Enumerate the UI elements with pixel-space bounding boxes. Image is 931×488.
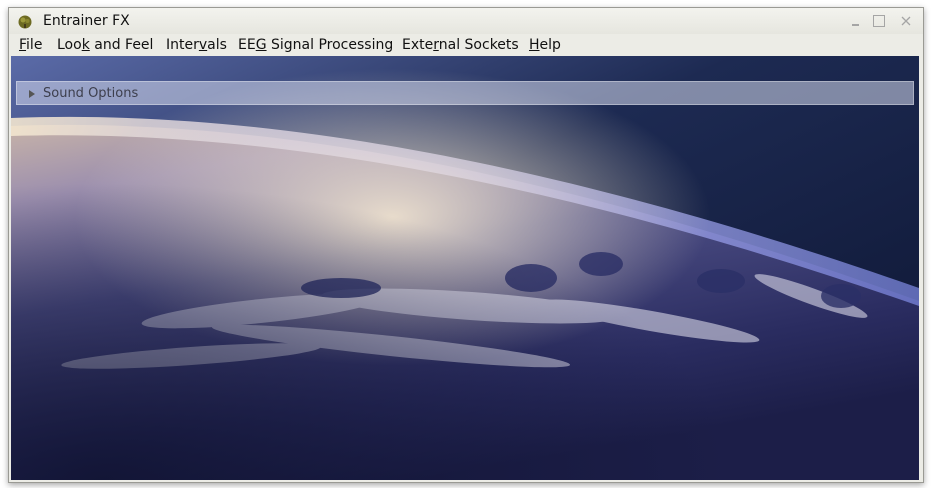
close-icon[interactable] — [899, 14, 913, 28]
minimize-icon[interactable] — [849, 14, 863, 28]
earth-from-space-image — [11, 56, 919, 480]
menu-bar: File Look and Feel Intervals EEG Signal … — [9, 34, 923, 56]
app-window: Entrainer FX File Look and Feel Interval… — [8, 7, 924, 483]
title-bar[interactable]: Entrainer FX — [9, 8, 923, 34]
sound-options-panel[interactable]: Sound Options — [16, 81, 914, 105]
menu-file[interactable]: File — [19, 37, 42, 53]
menu-eeg-signal-processing[interactable]: EEG Signal Processing — [238, 37, 393, 53]
menu-intervals[interactable]: Intervals — [166, 37, 227, 53]
content-area: Sound Options — [11, 56, 921, 480]
menu-help[interactable]: Help — [529, 37, 561, 53]
tree-icon — [18, 14, 32, 29]
maximize-icon[interactable] — [872, 14, 886, 28]
menu-external-sockets[interactable]: External Sockets — [402, 37, 519, 53]
sound-options-label: Sound Options — [43, 86, 139, 101]
window-title: Entrainer FX — [43, 13, 130, 29]
menu-look-and-feel[interactable]: Look and Feel — [57, 37, 153, 53]
expand-triangle-icon[interactable] — [29, 90, 35, 98]
